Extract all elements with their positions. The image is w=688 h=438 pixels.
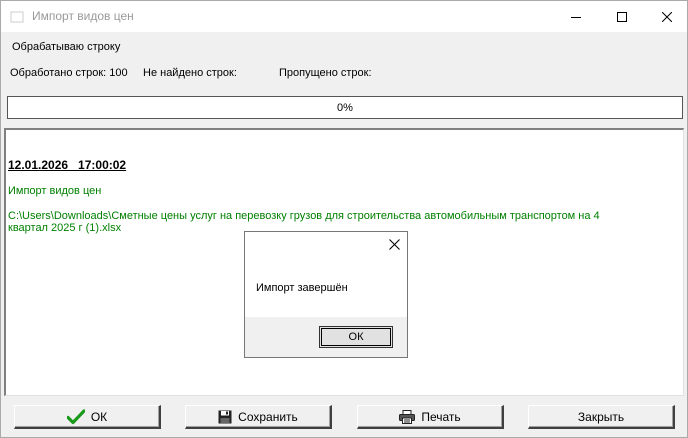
ok-button-label: ОК	[90, 409, 108, 424]
print-button-label: Печать	[421, 409, 461, 424]
import-window: Импорт видов цен Обрабатываю строку Обра…	[0, 0, 688, 438]
maximize-icon	[617, 11, 627, 22]
title-bar[interactable]: Импорт видов цен	[1, 1, 687, 32]
close-icon	[388, 238, 400, 250]
close-button-label: Закрыть	[577, 409, 625, 424]
close-button[interactable]: Закрыть	[528, 405, 675, 429]
print-button[interactable]: Печать	[357, 405, 504, 429]
check-icon	[66, 408, 85, 425]
app-icon	[10, 10, 24, 24]
dialog-message: Импорт завершён	[256, 282, 348, 294]
save-button-label: Сохранить	[238, 409, 298, 424]
dialog-close-button[interactable]	[387, 237, 401, 251]
minimize-icon	[571, 16, 581, 18]
progress-label: 0%	[337, 101, 353, 114]
log-timestamp: 12.01.2026 17:00:02	[8, 158, 127, 172]
dialog-ok-button[interactable]: ОК	[319, 326, 393, 348]
log-line-import: Импорт видов цен	[8, 185, 102, 197]
window-title: Импорт видов цен	[32, 9, 134, 23]
maximize-button[interactable]	[599, 1, 645, 32]
processing-status: Обрабатываю строку	[12, 41, 121, 53]
save-button[interactable]: Сохранить	[185, 405, 332, 429]
import-complete-dialog: Импорт завершён ОК	[244, 231, 408, 358]
floppy-disk-icon	[218, 410, 232, 424]
skipped-count: Пропущено строк:	[279, 67, 372, 79]
minimize-button[interactable]	[553, 1, 599, 32]
close-window-button[interactable]	[644, 1, 687, 32]
close-icon	[662, 11, 672, 22]
printer-icon	[399, 409, 416, 424]
not-found-count: Не найдено строк:	[143, 67, 237, 79]
processed-count: Обработано строк: 100	[10, 67, 128, 79]
progress-bar: 0%	[7, 96, 683, 119]
ok-button[interactable]: ОК	[14, 405, 161, 429]
